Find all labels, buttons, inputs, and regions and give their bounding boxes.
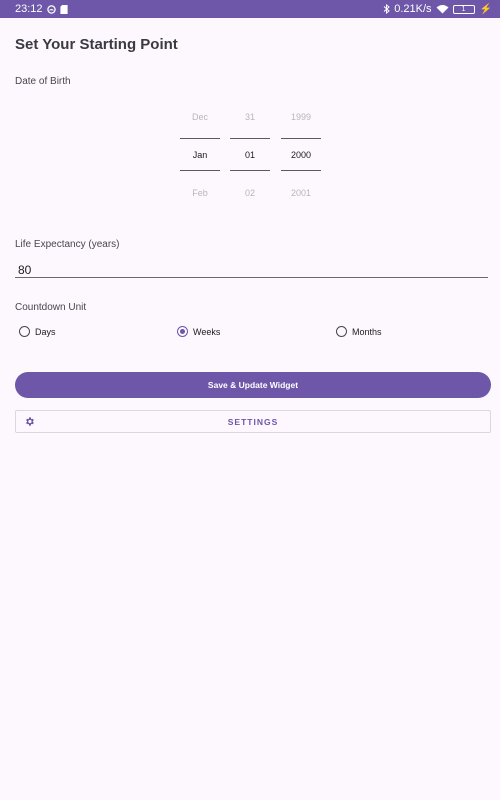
day-current[interactable]: 01 bbox=[230, 150, 270, 160]
radio-option-days[interactable]: Days bbox=[19, 326, 56, 337]
gear-icon bbox=[26, 417, 34, 426]
bluetooth-icon bbox=[383, 4, 391, 14]
year-divider-bottom bbox=[281, 170, 321, 171]
radio-months-circle[interactable] bbox=[336, 326, 347, 337]
radio-weeks-label[interactable]: Weeks bbox=[193, 327, 220, 337]
month-divider-top bbox=[180, 138, 220, 139]
charging-icon: ⚡ bbox=[479, 3, 492, 15]
network-speed: 0.21K/s bbox=[394, 3, 432, 15]
status-bar: 23:12 0.21K/s 1 ⚡ bbox=[0, 0, 500, 18]
day-next[interactable]: 02 bbox=[230, 188, 270, 198]
radio-days-circle[interactable] bbox=[19, 326, 30, 337]
radio-weeks-circle[interactable] bbox=[177, 326, 188, 337]
year-current[interactable]: 2000 bbox=[281, 150, 321, 160]
day-prev[interactable]: 31 bbox=[230, 112, 270, 122]
radio-months-label[interactable]: Months bbox=[352, 327, 382, 337]
year-picker[interactable]: 1999 2000 2001 bbox=[281, 108, 321, 203]
life-expectancy-label: Life Expectancy (years) bbox=[15, 239, 120, 250]
radio-option-weeks[interactable]: Weeks bbox=[177, 326, 220, 337]
month-next[interactable]: Feb bbox=[180, 188, 220, 198]
radio-option-months[interactable]: Months bbox=[336, 326, 382, 337]
save-update-widget-button[interactable]: Save & Update Widget bbox=[15, 372, 491, 398]
page-title: Set Your Starting Point bbox=[15, 36, 178, 53]
settings-button[interactable]: SETTINGS bbox=[15, 410, 491, 433]
status-left-group: 23:12 bbox=[15, 3, 68, 15]
storage-icon bbox=[59, 4, 68, 14]
day-picker[interactable]: 31 01 02 bbox=[230, 108, 270, 203]
settings-label: SETTINGS bbox=[227, 416, 279, 427]
sim-icon bbox=[46, 4, 56, 14]
battery-icon: 1 bbox=[452, 4, 475, 14]
month-current[interactable]: Jan bbox=[180, 150, 220, 160]
month-divider-bottom bbox=[180, 170, 220, 171]
day-divider-bottom bbox=[230, 170, 270, 171]
year-divider-top bbox=[281, 138, 321, 139]
status-right-group: 0.21K/s 1 ⚡ bbox=[383, 3, 492, 15]
status-time: 23:12 bbox=[15, 3, 43, 15]
life-expectancy-input[interactable] bbox=[15, 262, 488, 278]
day-divider-top bbox=[230, 138, 270, 139]
wifi-icon bbox=[436, 4, 449, 14]
month-prev[interactable]: Dec bbox=[180, 112, 220, 122]
dob-label: Date of Birth bbox=[15, 76, 71, 87]
battery-level: 1 bbox=[461, 5, 466, 13]
radio-days-label[interactable]: Days bbox=[35, 327, 56, 337]
year-next[interactable]: 2001 bbox=[281, 188, 321, 198]
countdown-unit-label: Countdown Unit bbox=[15, 302, 87, 313]
year-prev[interactable]: 1999 bbox=[281, 112, 321, 122]
month-picker[interactable]: Dec Jan Feb bbox=[180, 108, 220, 203]
